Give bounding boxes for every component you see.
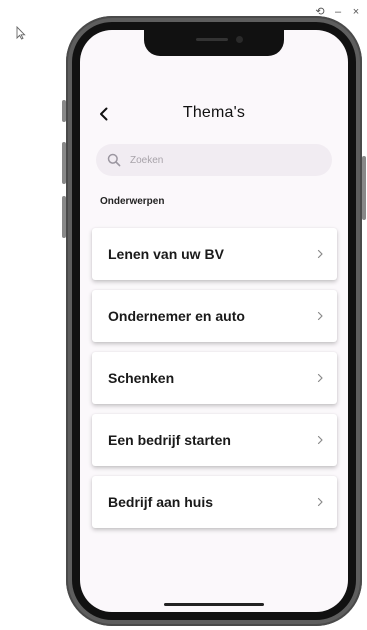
chevron-right-icon	[317, 497, 323, 507]
minimize-button[interactable]: –	[333, 6, 343, 18]
phone-volume-down-button	[62, 196, 66, 238]
topic-item-lenen-van-uw-bv[interactable]: Lenen van uw BV	[92, 228, 337, 280]
page-title: Thema's	[182, 104, 246, 121]
phone-power-button	[362, 156, 366, 220]
mouse-cursor-icon	[16, 26, 26, 40]
camera-icon	[236, 36, 243, 43]
topic-label: Een bedrijf starten	[108, 432, 231, 448]
phone-frame: Thema's Onderwerpen Lenen van uw BV	[62, 16, 366, 626]
search-icon	[106, 152, 122, 168]
phone-notch	[144, 30, 284, 56]
topic-list: Lenen van uw BV Ondernemer en auto Schen…	[92, 228, 337, 538]
close-button[interactable]: ×	[351, 6, 361, 18]
chevron-right-icon	[317, 435, 323, 445]
notch-speaker	[196, 38, 228, 41]
topic-label: Bedrijf aan huis	[108, 494, 214, 510]
topic-item-bedrijf-aan-huis[interactable]: Bedrijf aan huis	[92, 476, 337, 528]
search-input[interactable]	[128, 153, 322, 167]
home-indicator[interactable]	[164, 603, 264, 606]
chevron-right-icon	[317, 249, 323, 259]
app-header: Thema's	[80, 100, 348, 128]
topic-item-schenken[interactable]: Schenken	[92, 352, 337, 404]
desktop-stage: ⟲ – × Thema's Zoeken Onderwerpen Lenen v…	[0, 0, 367, 630]
app-screen: Thema's Onderwerpen Lenen van uw BV	[80, 30, 348, 612]
chevron-right-icon	[317, 311, 323, 321]
topic-label: Schenken	[108, 370, 175, 386]
section-heading: Onderwerpen	[100, 196, 165, 207]
phone-volume-up-button	[62, 142, 66, 184]
topic-item-een-bedrijf-starten[interactable]: Een bedrijf starten	[92, 414, 337, 466]
topic-item-ondernemer-en-auto[interactable]: Ondernemer en auto	[92, 290, 337, 342]
phone-side-button	[62, 100, 66, 122]
search-bar[interactable]	[96, 144, 332, 176]
topic-label: Lenen van uw BV	[108, 246, 224, 262]
topic-label: Ondernemer en auto	[108, 308, 245, 324]
chevron-right-icon	[317, 373, 323, 383]
